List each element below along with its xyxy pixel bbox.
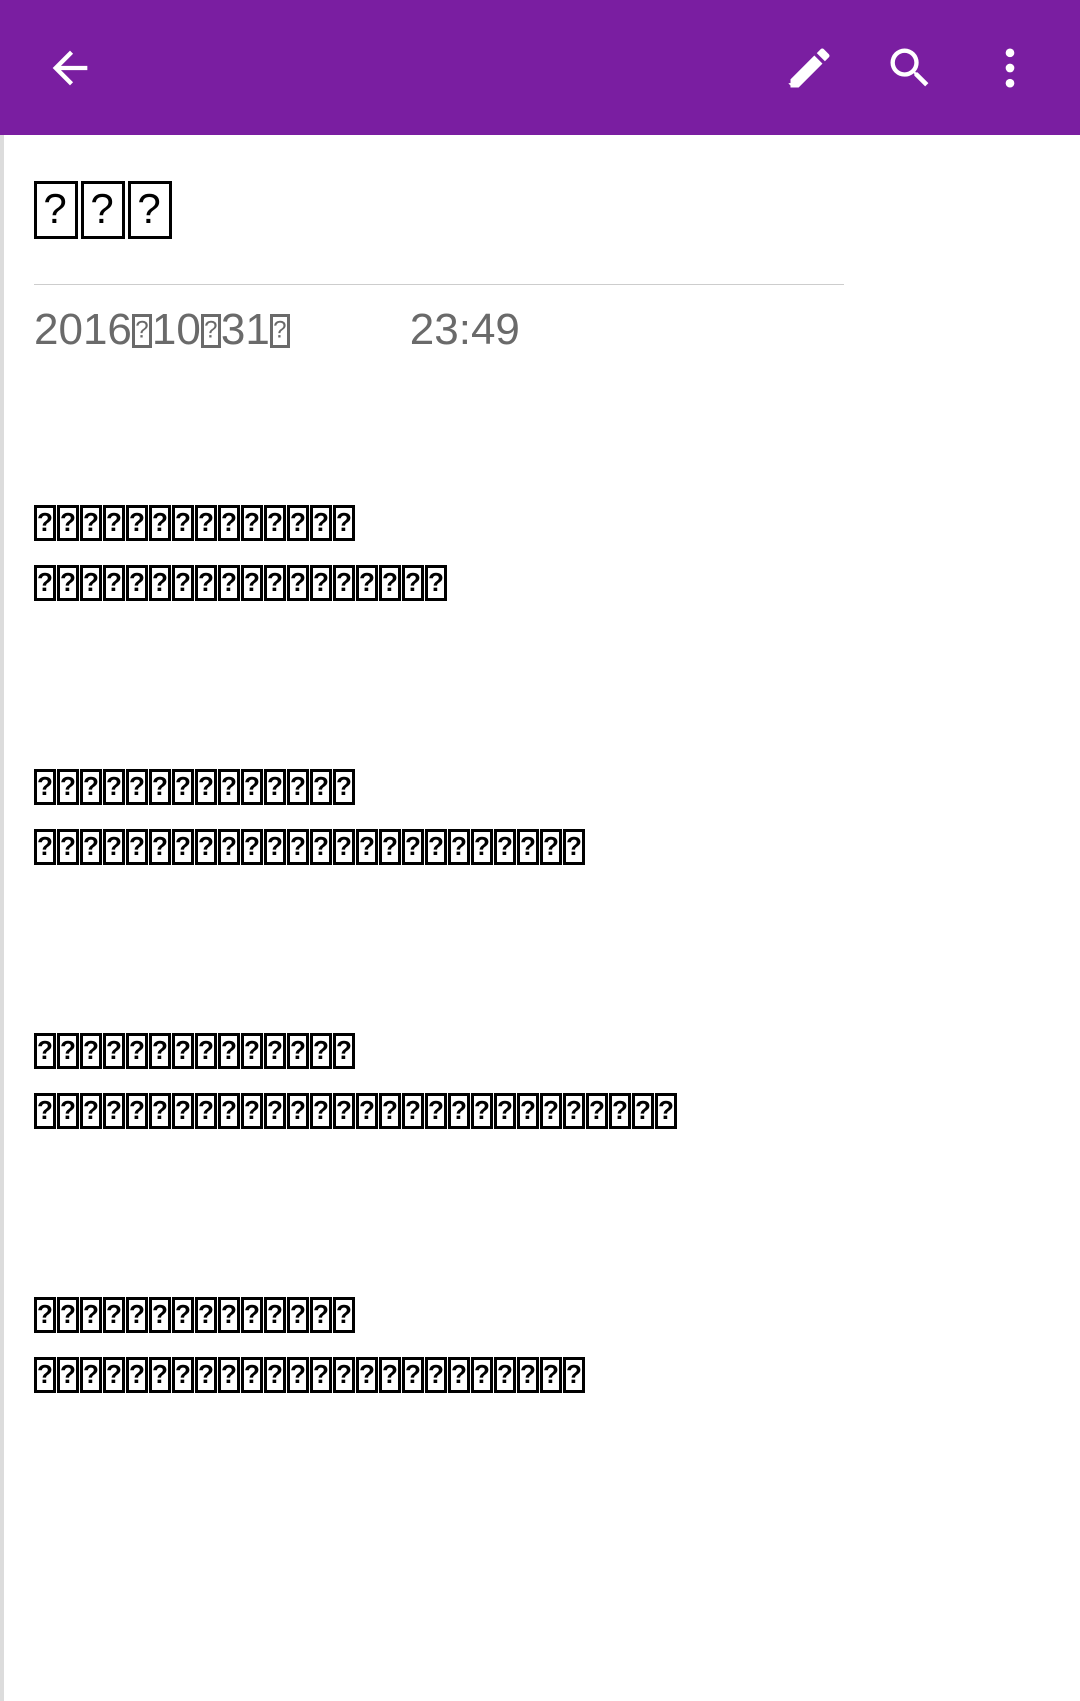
- search-icon: [884, 42, 936, 94]
- arrow-left-icon: [44, 42, 96, 94]
- text-line: [34, 1297, 1050, 1333]
- search-button[interactable]: [860, 18, 960, 118]
- text-line: [34, 829, 1050, 865]
- edit-button[interactable]: [760, 18, 860, 118]
- toolbar: [0, 0, 1080, 135]
- note-body: [34, 355, 1050, 1393]
- note-content: 2016?10?31? 23:49: [0, 135, 1080, 1701]
- note-meta: 2016?10?31? 23:49: [34, 285, 1050, 355]
- text-line: [34, 1357, 1050, 1393]
- back-button[interactable]: [20, 18, 120, 118]
- more-vert-icon: [984, 42, 1036, 94]
- text-line: [34, 1093, 1050, 1129]
- paragraph: [34, 1297, 1050, 1393]
- paragraph: [34, 1033, 1050, 1129]
- pencil-icon: [784, 42, 836, 94]
- text-line: [34, 769, 1050, 805]
- text-line: [34, 565, 1050, 601]
- note-time: 23:49: [410, 305, 520, 355]
- note-date: 2016?10?31?: [34, 305, 290, 355]
- note-title: [34, 135, 1050, 248]
- paragraph: [34, 505, 1050, 601]
- more-button[interactable]: [960, 18, 1060, 118]
- paragraph: [34, 769, 1050, 865]
- text-line: [34, 1033, 1050, 1069]
- text-line: [34, 505, 1050, 541]
